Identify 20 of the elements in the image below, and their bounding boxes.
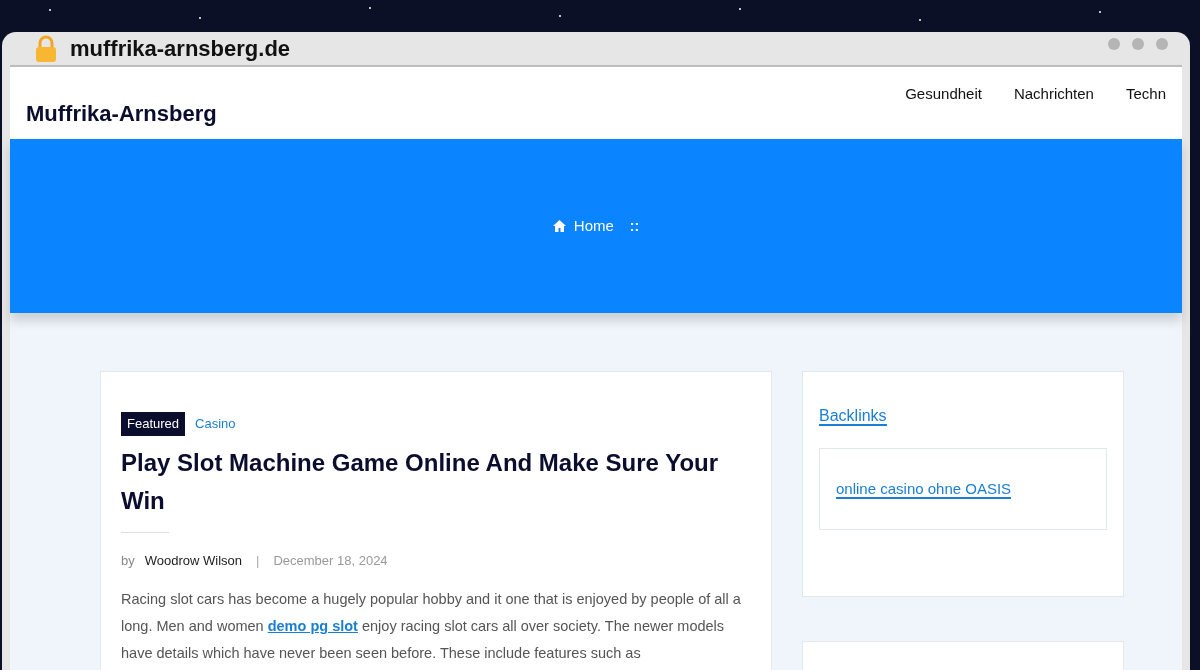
inline-link[interactable]: demo pg slot bbox=[267, 618, 358, 634]
address-url[interactable]: muffrika-arnsberg.de bbox=[70, 32, 291, 65]
article-title[interactable]: Play Slot Machine Game Online And Make Sure Your Win bbox=[121, 443, 751, 520]
breadcrumb-separator: :: bbox=[629, 216, 640, 236]
category-badge[interactable]: Featured bbox=[121, 412, 186, 436]
breadcrumb-link[interactable]: Home bbox=[573, 214, 614, 238]
home-icon bbox=[552, 220, 566, 232]
article-excerpt: Racing slot cars has become a hugely popular hobby and it one that is enjoyed by people of all a long. Men and women demo pg slot enjoy racing slot cars all over society. The newer models have details which have never been seen before. These include features such as bbox=[121, 590, 742, 663]
author-link[interactable]: Woodrow Wilson bbox=[144, 550, 243, 570]
nav-link[interactable]: Gesundheit bbox=[905, 83, 982, 106]
post-date: December 18, 2024 bbox=[273, 551, 388, 570]
lock-icon bbox=[34, 34, 58, 63]
meta-separator: | bbox=[256, 551, 260, 570]
nav-link[interactable]: Nachrichten bbox=[1013, 83, 1094, 106]
site-title[interactable]: Muffrika-Arnsberg bbox=[26, 97, 217, 130]
widget-title[interactable]: Backlinks bbox=[819, 407, 887, 426]
nav-link[interactable]: Techn bbox=[1125, 83, 1166, 106]
byline-label: by bbox=[121, 551, 135, 570]
category-link[interactable]: Casino bbox=[195, 414, 236, 434]
backlink[interactable]: online casino ohne OASIS bbox=[836, 480, 1012, 499]
